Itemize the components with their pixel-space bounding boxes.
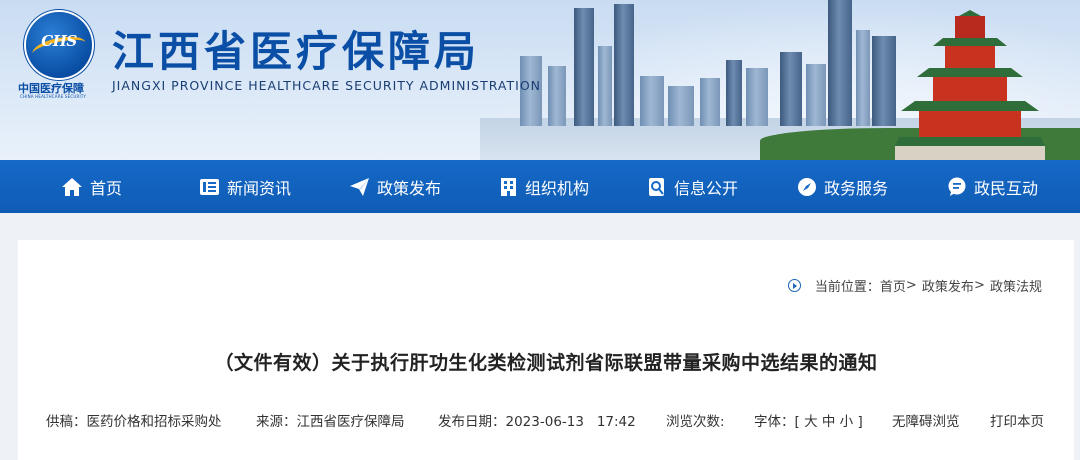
building-icon bbox=[501, 177, 516, 196]
news-icon bbox=[200, 178, 219, 195]
skyline-tower bbox=[574, 8, 594, 126]
nav-item-label: 政务服务 bbox=[824, 178, 889, 198]
nav-item-info[interactable]: 信息公开 bbox=[648, 160, 738, 213]
meta-font-size: 字体：[ 大 中 小 ] bbox=[754, 410, 863, 430]
font-small-button[interactable]: 小 bbox=[840, 414, 854, 430]
send-icon bbox=[350, 177, 369, 196]
header-banner: CHS 中国医疗保障 CHINA HEALTHCARE SECURITY 江西省… bbox=[0, 0, 1080, 160]
nav-item-label: 新闻资讯 bbox=[227, 178, 292, 198]
meta-views: 浏览次数: bbox=[666, 414, 725, 430]
nav-item-home[interactable]: 首页 bbox=[61, 160, 122, 213]
breadcrumb-prefix: 当前位置： bbox=[814, 280, 880, 295]
meta-draft-value: 医药价格和招标采购处 bbox=[86, 414, 222, 430]
font-medium-button[interactable]: 中 bbox=[822, 414, 836, 430]
meta-date-label: 发布日期： bbox=[438, 414, 506, 430]
compass-icon bbox=[798, 177, 816, 196]
skyline-tower bbox=[700, 78, 720, 126]
skyline-tower bbox=[828, 0, 852, 126]
accessible-browse-link[interactable]: 无障碍浏览 bbox=[892, 410, 960, 430]
site-subtitle: JIANGXI PROVINCE HEALTHCARE SECURITY ADM… bbox=[112, 78, 542, 93]
font-size-close: ] bbox=[857, 414, 863, 430]
meta-source: 来源：江西省医疗保障局 bbox=[256, 410, 405, 430]
location-arrow-icon bbox=[787, 279, 801, 292]
breadcrumb-separator: > bbox=[905, 278, 917, 293]
skyline-tower bbox=[780, 52, 802, 126]
breadcrumb-home[interactable]: 首页 bbox=[880, 276, 906, 295]
logo-mark-text: CHS bbox=[41, 32, 77, 50]
chs-logo[interactable]: CHS bbox=[26, 12, 92, 78]
breadcrumb-separator: > bbox=[973, 278, 985, 293]
nav-item-org[interactable]: 组织机构 bbox=[499, 160, 589, 213]
skyline-tower bbox=[668, 86, 694, 126]
skyline-tower bbox=[856, 30, 870, 126]
meta-date-value: 2023-06-13 17:42 bbox=[505, 414, 636, 430]
skyline-tower bbox=[598, 46, 612, 126]
article-title: （文件有效）关于执行肝功生化类检测试剂省际联盟带量采购中选结果的通知 bbox=[214, 352, 878, 374]
pavilion-illustration bbox=[895, 10, 1045, 160]
nav-item-services[interactable]: 政务服务 bbox=[797, 160, 888, 213]
nav-item-interaction[interactable]: 政民互动 bbox=[947, 160, 1038, 213]
font-size-label: 字体：[ bbox=[754, 414, 800, 430]
skyline-tower bbox=[872, 36, 896, 126]
search-doc-icon bbox=[649, 177, 664, 196]
nav-item-label: 信息公开 bbox=[674, 178, 739, 198]
skyline-tower bbox=[806, 64, 826, 126]
skyline-tower bbox=[640, 76, 664, 126]
nav-item-label: 政策发布 bbox=[377, 178, 442, 198]
skyline-tower bbox=[726, 60, 742, 126]
skyline-tower bbox=[548, 66, 566, 126]
skyline-tower bbox=[746, 68, 768, 126]
nav-item-label: 首页 bbox=[90, 178, 123, 198]
meta-draft: 供稿：医药价格和招标采购处 bbox=[46, 410, 222, 430]
main-nav: 首页 新闻资讯 政策发布 组织机构 信息公开 政务服务 政民互动 bbox=[0, 160, 1080, 213]
nav-item-news[interactable]: 新闻资讯 bbox=[199, 160, 291, 213]
font-large-button[interactable]: 大 bbox=[804, 414, 818, 430]
logo-caption-en: CHINA HEALTHCARE SECURITY bbox=[20, 94, 87, 99]
meta-draft-label: 供稿： bbox=[46, 414, 87, 430]
breadcrumb: 当前位置： 首页 > 政策发布 > 政策法规 bbox=[787, 276, 1042, 295]
chat-icon bbox=[948, 177, 966, 196]
breadcrumb-regulations[interactable]: 政策法规 bbox=[990, 276, 1042, 295]
meta-source-label: 来源： bbox=[256, 414, 297, 430]
print-page-link[interactable]: 打印本页 bbox=[990, 410, 1044, 430]
nav-item-label: 组织机构 bbox=[525, 178, 590, 198]
home-icon bbox=[62, 177, 82, 196]
breadcrumb-policy[interactable]: 政策发布 bbox=[922, 276, 974, 295]
nav-item-policy[interactable]: 政策发布 bbox=[349, 160, 441, 213]
meta-date: 发布日期：2023-06-13 17:42 bbox=[438, 410, 636, 430]
meta-source-value: 江西省医疗保障局 bbox=[296, 414, 405, 430]
skyline-tower bbox=[614, 4, 634, 126]
content-card: 当前位置： 首页 > 政策发布 > 政策法规 （文件有效）关于执行肝功生化类检测… bbox=[18, 240, 1074, 460]
site-title: 江西省医疗保障局 bbox=[112, 27, 481, 76]
nav-item-label: 政民互动 bbox=[974, 178, 1039, 198]
